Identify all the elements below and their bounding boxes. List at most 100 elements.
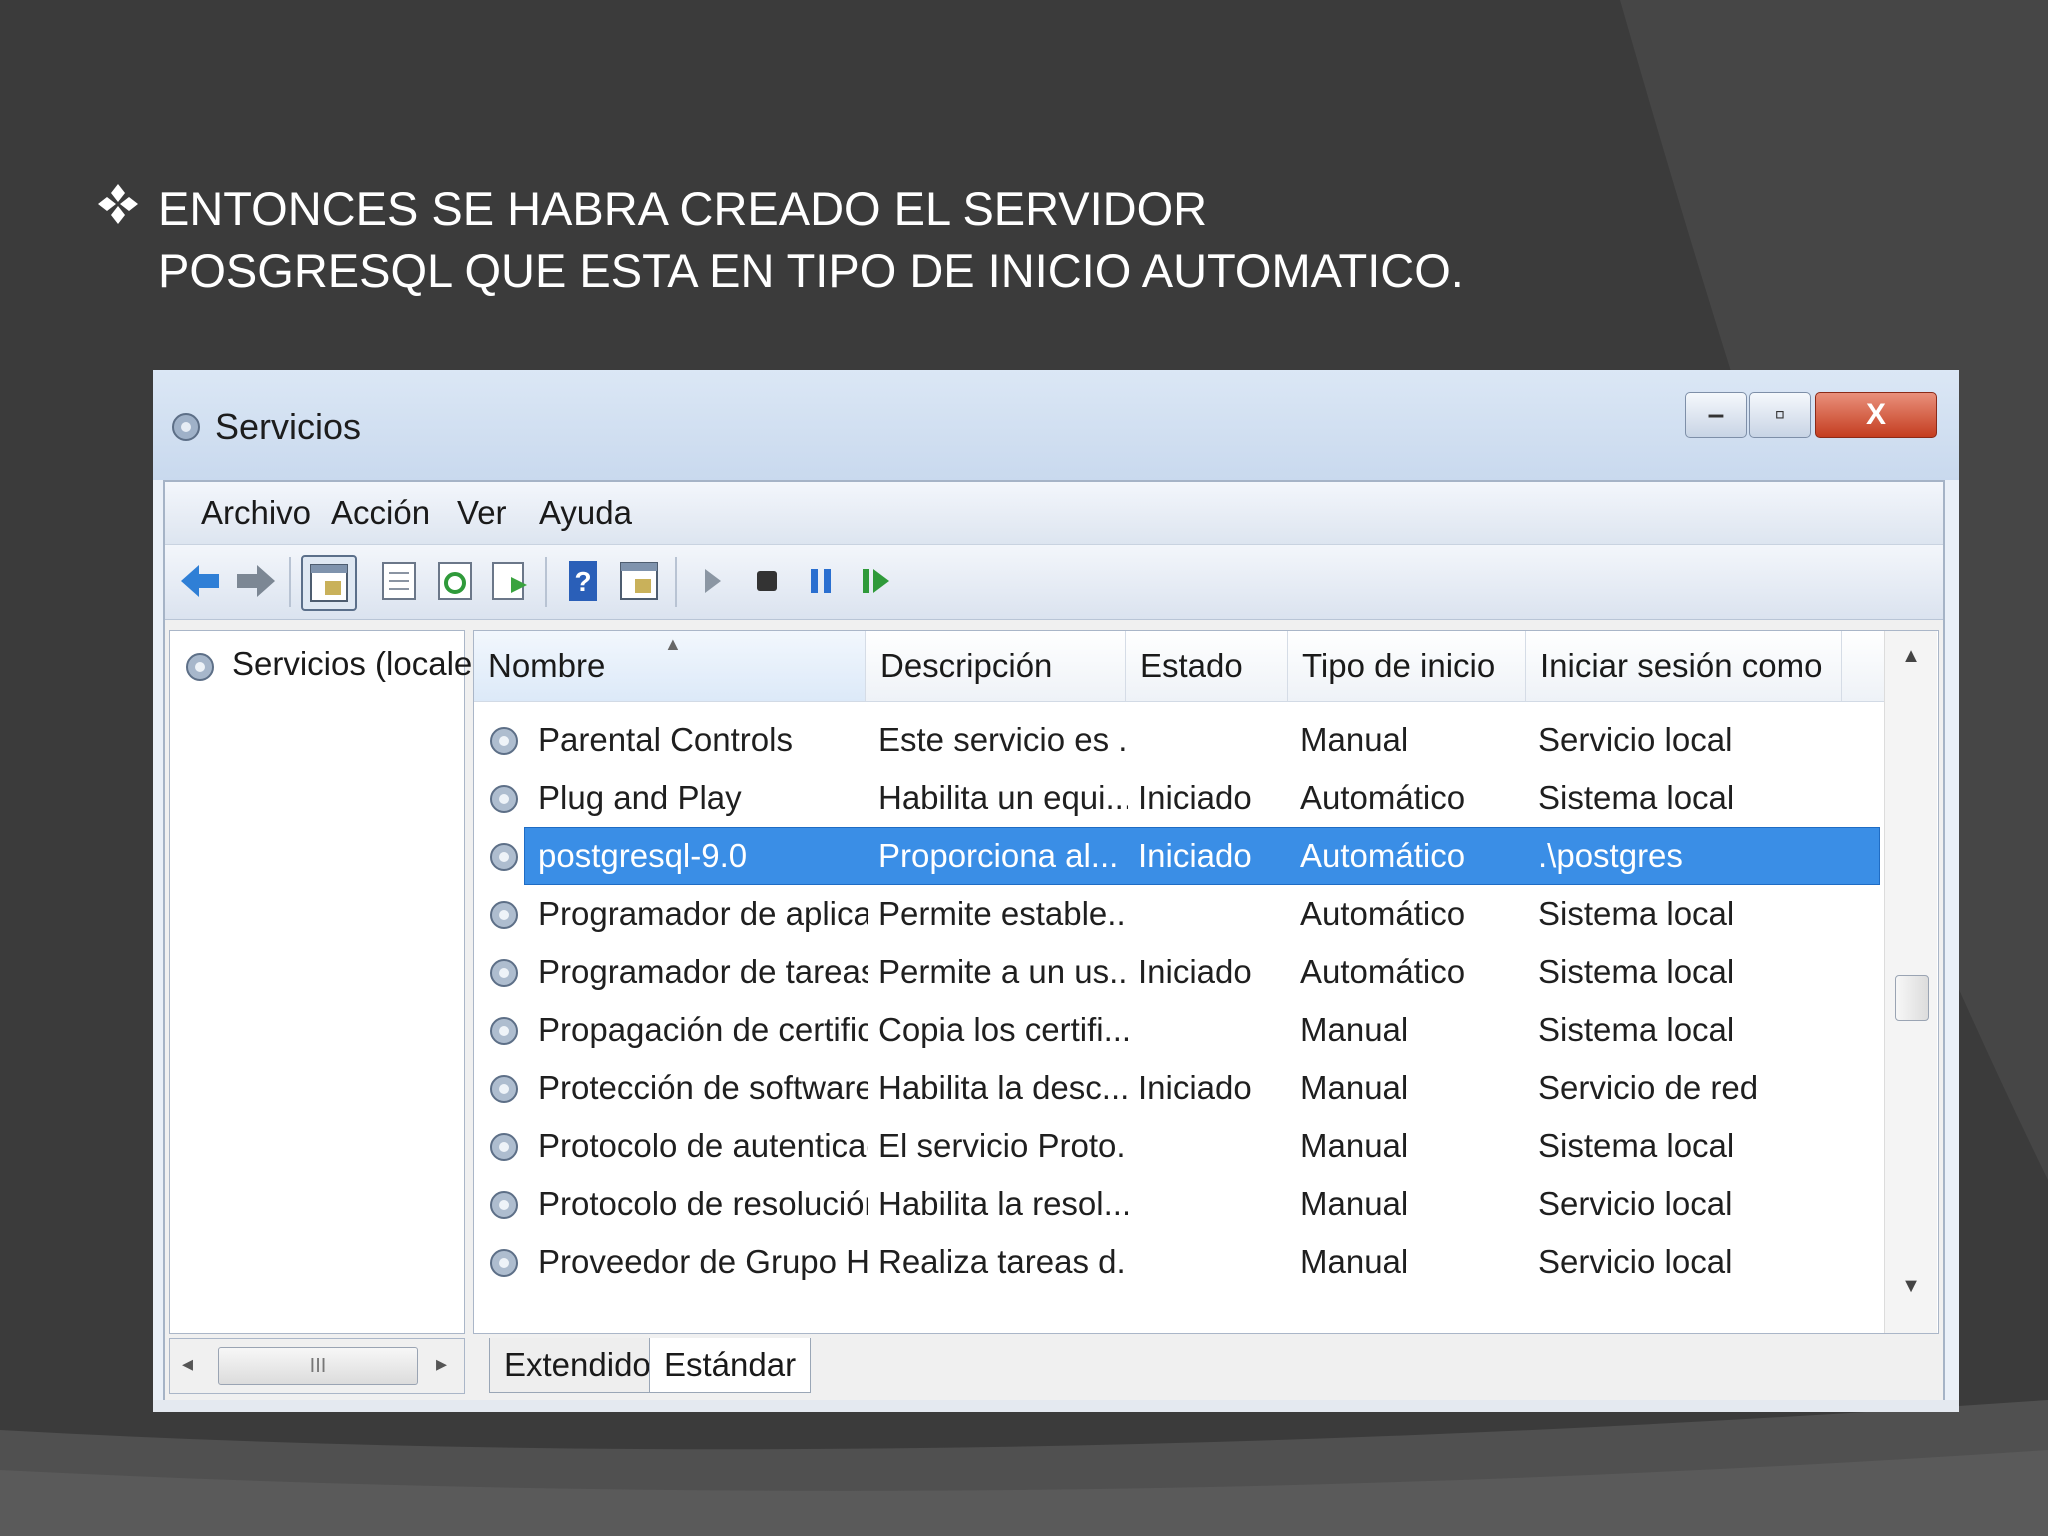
gear-icon (490, 1191, 518, 1219)
column-header-estado[interactable]: Estado (1126, 631, 1288, 701)
table-row[interactable]: Parental Controls Este servicio es ... Man… (474, 711, 1884, 769)
help-icon[interactable]: ? (557, 555, 609, 607)
window-title: Servicios (215, 406, 362, 447)
start-service-icon[interactable] (687, 555, 739, 607)
column-header-tipo-inicio[interactable]: Tipo de inicio (1288, 631, 1526, 701)
gear-icon (490, 785, 518, 813)
cell-startup: Manual (1300, 1069, 1409, 1106)
cell-name: Protocolo de autenticac... (538, 1127, 868, 1164)
console-tree-icon[interactable] (301, 555, 357, 611)
cell-state (1138, 1233, 1288, 1291)
cell-name: Propagación de certific... (538, 1011, 868, 1048)
table-row[interactable]: Protocolo de autenticac... El servicio Pr… (474, 1117, 1884, 1175)
cell-desc: Permite a un us... (878, 953, 1128, 990)
table-row[interactable]: Protocolo de resolución... Habilita la re… (474, 1175, 1884, 1233)
back-arrow-icon[interactable] (175, 555, 227, 607)
gear-icon (186, 653, 214, 681)
tab-estandar[interactable]: Estándar (649, 1338, 812, 1393)
menu-ayuda[interactable]: Ayuda (539, 494, 632, 532)
scrollbar-thumb[interactable]: III (218, 1347, 418, 1385)
column-header-iniciar-sesion[interactable]: Iniciar sesión como (1526, 631, 1842, 701)
view-tabs: Extendido Estándar (473, 1338, 1937, 1400)
cell-state (1138, 1001, 1288, 1059)
gear-icon (490, 843, 518, 871)
services-window: Servicios – ▫ X Archivo Acción Ver Ayuda (153, 370, 1959, 1412)
export-list-icon[interactable] (483, 555, 535, 607)
toolbar-separator (675, 557, 677, 607)
list-vertical-scrollbar[interactable]: ▲ ▼ (1884, 631, 1937, 1333)
column-header-label: Nombre (488, 647, 606, 684)
menu-archivo[interactable]: Archivo (201, 494, 311, 532)
cell-logon: .\postgres (1538, 837, 1683, 874)
cell-startup: Manual (1300, 1185, 1409, 1222)
menu-accion[interactable]: Acción (331, 494, 430, 532)
cell-startup: Automático (1300, 837, 1466, 874)
cell-startup: Automático (1300, 895, 1466, 932)
properties-icon[interactable] (373, 555, 425, 607)
column-header-label: Descripción (880, 647, 1053, 684)
table-row[interactable]: Proveedor de Grupo Ho... Realiza tareas d… (474, 1233, 1884, 1291)
column-header-label: Estado (1140, 647, 1243, 684)
slide: ENTONCES SE HABRA CREADO EL SERVIDOR POS… (0, 0, 2048, 1536)
table-row[interactable]: Programador de aplicac... Permite estable… (474, 885, 1884, 943)
scrollbar-thumb[interactable] (1895, 975, 1929, 1021)
title-bar[interactable]: Servicios – ▫ X (153, 370, 1959, 480)
minimize-button[interactable]: – (1685, 392, 1747, 438)
gear-icon (490, 901, 518, 929)
table-row[interactable]: Propagación de certific... Copia los cert… (474, 1001, 1884, 1059)
cell-name: Protección de software (538, 1069, 868, 1106)
cell-name: Protocolo de resolución... (538, 1185, 868, 1222)
scroll-right-icon[interactable]: ▸ (436, 1351, 447, 1377)
gear-icon (490, 1133, 518, 1161)
tree-pane: Servicios (locales) (169, 630, 500, 1334)
cell-startup: Manual (1300, 1127, 1409, 1164)
forward-arrow-icon[interactable] (229, 555, 281, 607)
cell-state: Iniciado (1138, 1069, 1252, 1106)
refresh-icon[interactable] (429, 555, 481, 607)
svg-text:?: ? (574, 566, 591, 597)
minimize-icon: – (1707, 398, 1725, 431)
cell-startup: Automático (1300, 953, 1466, 990)
table-row[interactable]: Protección de software Habilita la desc..… (474, 1059, 1884, 1117)
cell-state: Iniciado (1138, 779, 1252, 816)
gear-icon (172, 413, 200, 441)
scroll-left-icon[interactable]: ◂ (182, 1351, 193, 1377)
column-header-descripcion[interactable]: Descripción (866, 631, 1126, 701)
table-row-selected[interactable]: postgresql-9.0 Proporciona al... Iniciado A… (474, 827, 1884, 885)
pause-service-icon[interactable] (795, 555, 847, 607)
menu-ver[interactable]: Ver (457, 494, 507, 532)
close-icon: X (1865, 398, 1886, 431)
resume-service-icon[interactable] (849, 555, 901, 607)
gear-icon (490, 959, 518, 987)
cell-desc: Habilita la resol... (878, 1185, 1128, 1222)
stop-service-icon[interactable] (741, 555, 793, 607)
cell-desc: El servicio Proto... (878, 1127, 1128, 1164)
scroll-down-icon[interactable]: ▼ (1885, 1275, 1937, 1298)
cell-startup: Manual (1300, 1243, 1409, 1280)
scroll-up-icon[interactable]: ▲ (1885, 645, 1937, 668)
gear-icon (490, 1075, 518, 1103)
cell-logon: Sistema local (1538, 895, 1735, 932)
toolbar-separator (545, 557, 547, 607)
maximize-button[interactable]: ▫ (1749, 392, 1811, 438)
view-icon[interactable] (613, 555, 665, 607)
close-button[interactable]: X (1815, 392, 1937, 438)
bullet-text: ENTONCES SE HABRA CREADO EL SERVIDOR POS… (158, 182, 1464, 297)
gear-icon (490, 1017, 518, 1045)
cell-desc: Proporciona al... (878, 837, 1119, 874)
cell-name: Proveedor de Grupo Ho... (538, 1243, 868, 1280)
window-client: Archivo Acción Ver Ayuda ? Servicios (lo… (163, 480, 1945, 1412)
sort-ascending-icon: ▲ (664, 634, 682, 654)
maximize-icon: ▫ (1774, 398, 1786, 431)
tab-extendido[interactable]: Extendido (489, 1338, 666, 1393)
table-row[interactable]: Plug and Play Habilita un equi... Iniciado… (474, 769, 1884, 827)
cell-state: Iniciado (1138, 953, 1252, 990)
cell-logon: Sistema local (1538, 953, 1735, 990)
column-header-nombre[interactable]: ▲ Nombre (474, 631, 866, 701)
tree-horizontal-scrollbar[interactable]: ◂ III ▸ (169, 1338, 465, 1394)
cell-name: postgresql-9.0 (538, 837, 748, 874)
cell-logon: Servicio local (1538, 1243, 1733, 1280)
cell-name: Plug and Play (538, 779, 742, 816)
table-row[interactable]: Programador de tareas Permite a un us... I… (474, 943, 1884, 1001)
cell-state (1138, 711, 1288, 769)
